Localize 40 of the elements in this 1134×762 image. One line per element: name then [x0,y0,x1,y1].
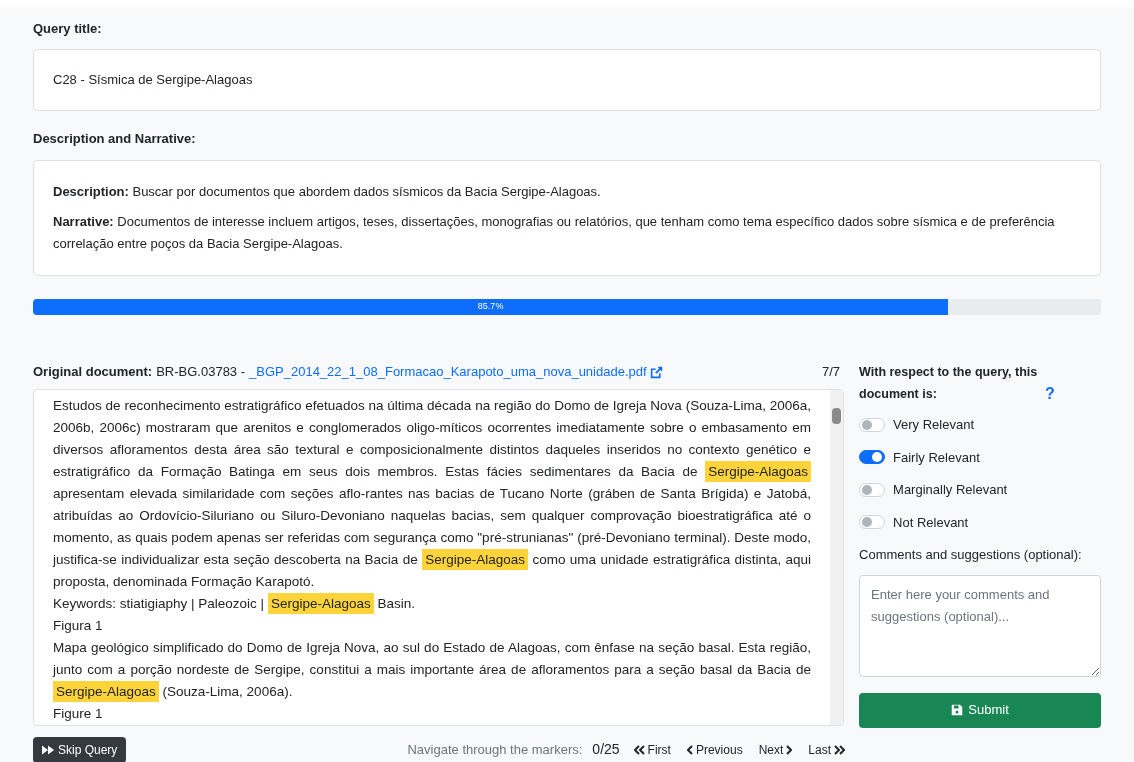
relevance-question: With respect to the query, this document is: [859,364,1039,403]
description-paragraph: Description: Buscar por documentos que abordem dados sísmicos da Bacia Sergipe-Alagoas. [53,183,602,201]
skip-query-button[interactable]: Skip Query [33,736,127,762]
previous-button[interactable]: Previous [680,736,749,762]
scrollbar[interactable] [830,390,844,725]
save-icon [951,704,964,716]
document-counter: 7/7 [822,363,841,382]
first-button[interactable]: First [627,736,677,762]
chevron-left-icon [686,744,693,755]
document-paragraph: Figure 1 [53,705,104,723]
last-button[interactable]: Last [802,736,851,762]
comments-label: Comments and suggestions (optional): [859,546,1083,564]
next-button[interactable]: Next [752,736,799,762]
option-label[interactable]: Marginally Relevant [893,480,1008,500]
document-label: Original document: [33,363,153,382]
document-paragraph: Figura 1 [53,617,104,635]
external-link-icon[interactable] [649,365,663,379]
description-label: Description and Narrative: [33,129,197,148]
chevron-right-icon [786,744,793,755]
help-icon[interactable]: ? [1045,383,1055,405]
document-paragraph: Keywords: stiatigiaphy | Paleozoic | Sergipe-Alagoas Basin. [53,593,812,615]
comments-field[interactable]: Enter here your comments and suggestions (optional)... [859,574,1101,677]
markers-count: 0/25 [592,740,620,759]
double-chevron-left-icon [633,744,645,755]
toggle-switch[interactable] [859,450,886,465]
description-paragraph: Narrative: Documentos de interesse incluem artigos, teses, dissertações, monografias ou relatórios, que tenham como tema específico dados sobre sísmica e de preferência correlação entre poços da Bacia Sergipe-Alagoas. [53,213,1056,253]
document-paragraph: Estudos de reconhecimento estratigráfico efetuados na última década na região do Domo de Igreja Nova (Souza-Lima, 2006a, 2006b, 2006c) mostraram que arenitos e conglomerados oligo-míticos ocorrentes imediatamente sobre o embasamento em diversos afloramentos desta área são textural e composicionalmente distintos daqueles inseridos no contexto genético e estratigráfico da Formação Batinga em seus dois membros. Estas fácies sedimentares da Bacia de Sergipe-Alagoas apresentam elevada similaridade com seções aflo-rantes nas bacias de Tucano Norte (gráben de Santa Brígida) e Jatobá, atribuídas ao Ordovício-Siluriano ou Siluro-Devoniano naquelas bacias, sem qualquer comprovação bioestratigráfica até o momento, as quais podem apenas ser referidas com segurança como "pré-strunianas" (pré-Devoniano terminal). Deste modo, justifica-se individualizar esta seção descoberta na Bacia de Sergipe-Alagoas como uma unidade estratigráfica distinta, aqui proposta, denominada Formação Karapotó. [53,397,812,591]
fast-forward-icon [42,744,54,755]
option-label[interactable]: Not Relevant [893,512,969,532]
option-label[interactable]: Fairly Relevant [893,447,980,467]
document-id: BR-BG.03783 - [156,363,246,382]
query-title-text: C28 - Sísmica de Sergipe-Alagoas [53,70,253,89]
option-label[interactable]: Very Relevant [893,415,974,435]
document-paragraph: Mapa geológico simplificado do Domo de Igreja Nova, ao sul do Estado de Alagoas, com ênfase na seção basal. Esta região, junto com a porção nordeste de Sergipe, constitui a mais importante área de afloramentos para a seção basal da Bacia de Sergipe-Alagoas (Souza-Lima, 2006a). [53,637,812,703]
query-title-label: Query title: [33,20,103,38]
progress-reading: 85.7% [477,300,504,314]
markers-nav-label: Navigate through the markers: [407,740,583,759]
double-chevron-right-icon [834,744,845,755]
document-link[interactable]: _BGP_2014_22_1_08_Formacao_Karapoto_uma_nova_unidade.pdf [249,362,647,382]
submit-button[interactable]: Submit [859,692,1101,728]
